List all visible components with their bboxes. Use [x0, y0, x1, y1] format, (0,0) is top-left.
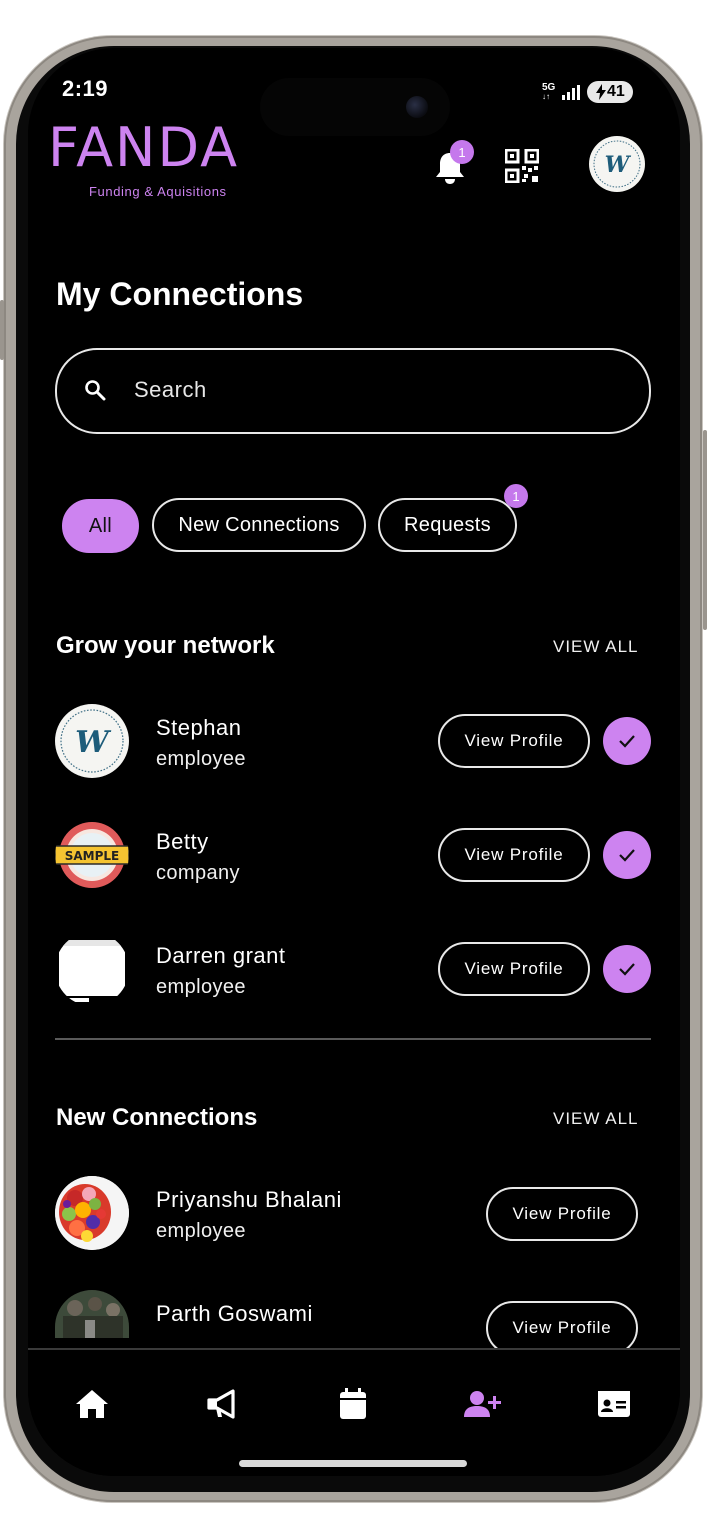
front-camera	[406, 96, 428, 118]
nav-home[interactable]	[62, 1374, 122, 1434]
screen: 2:19 5G ↓↑ 41 FANDA Funding & Aquisition…	[28, 48, 680, 1476]
side-button	[0, 300, 4, 360]
network-label: 5G	[542, 82, 556, 93]
connection-role: employee	[156, 748, 246, 770]
view-profile-button-clip: View Profile	[486, 1301, 638, 1348]
avatar: W	[55, 704, 129, 778]
nav-connections[interactable]	[453, 1374, 513, 1434]
avatar	[55, 1290, 129, 1338]
svg-text:W: W	[605, 152, 632, 178]
nav-events[interactable]	[323, 1374, 383, 1434]
check-icon	[619, 849, 635, 862]
connection-name: Stephan	[156, 715, 242, 740]
notification-badge: 1	[450, 140, 474, 164]
bottom-nav-divider	[28, 1348, 680, 1350]
view-profile-button[interactable]: View Profile	[438, 828, 590, 882]
svg-text:SAMPLE: SAMPLE	[65, 849, 120, 863]
status-time: 2:19	[62, 76, 109, 101]
check-icon	[619, 963, 635, 976]
qr-scan-button[interactable]	[502, 146, 542, 186]
filter-chip-new-connections[interactable]: New Connections	[152, 498, 366, 552]
filter-chip-all[interactable]: All	[62, 499, 139, 553]
view-profile-button[interactable]: View Profile	[486, 1187, 638, 1241]
connection-role: employee	[156, 976, 246, 998]
connection-name: Betty	[156, 829, 209, 854]
connect-button[interactable]	[603, 945, 651, 993]
signal-icon	[562, 85, 581, 100]
view-profile-button[interactable]: View Profile	[486, 1301, 638, 1348]
avatar	[55, 932, 129, 1006]
avatar	[55, 1176, 129, 1250]
connection-role: company	[156, 862, 240, 884]
page-title: My Connections	[56, 276, 304, 312]
add-user-icon	[464, 1391, 501, 1417]
app-logo: FANDA	[48, 116, 240, 179]
app-logo-subtitle: Funding & Aquisitions	[89, 184, 227, 199]
connect-button[interactable]	[603, 717, 651, 765]
home-indicator	[239, 1460, 467, 1467]
group-photo	[55, 1290, 129, 1338]
blank-window-image	[55, 932, 129, 1006]
section-title-grow: Grow your network	[56, 632, 275, 659]
company-seal-logo: W	[591, 138, 643, 190]
battery-indicator: 41	[587, 81, 634, 103]
view-profile-button[interactable]: View Profile	[438, 714, 590, 768]
new-connections-view-all-link[interactable]: VIEW ALL	[553, 1109, 638, 1129]
section-title-new-connections: New Connections	[56, 1104, 258, 1131]
avatar: SAMPLE	[55, 818, 129, 892]
id-card-icon	[598, 1391, 630, 1417]
grow-view-all-link[interactable]: VIEW ALL	[553, 637, 638, 657]
connection-role: employee	[156, 1220, 246, 1242]
megaphone-icon	[207, 1389, 235, 1419]
svg-text:W: W	[75, 725, 112, 760]
requests-badge: 1	[504, 484, 528, 508]
sample-stamp-logo: SAMPLE	[55, 822, 129, 888]
connect-button[interactable]	[603, 831, 651, 879]
side-button	[703, 430, 707, 630]
calendar-icon	[340, 1388, 366, 1419]
company-seal-logo: W	[56, 705, 128, 777]
connection-name: Priyanshu Bhalani	[156, 1187, 342, 1212]
fruit-photo	[55, 1176, 129, 1250]
nav-announcements[interactable]	[193, 1374, 253, 1434]
search-input[interactable]	[134, 374, 554, 406]
connection-name: Darren grant	[156, 943, 286, 968]
status-icons: 5G ↓↑ 41	[542, 80, 634, 104]
home-icon	[76, 1390, 108, 1418]
qr-code-icon	[505, 149, 539, 183]
search-icon	[85, 380, 106, 401]
check-icon	[619, 735, 635, 748]
view-profile-button[interactable]: View Profile	[438, 942, 590, 996]
nav-profile-card[interactable]	[584, 1374, 644, 1434]
connection-name: Parth Goswami	[156, 1301, 313, 1326]
section-divider	[55, 1038, 651, 1040]
charging-icon	[595, 84, 606, 100]
network-indicator: 5G ↓↑	[542, 82, 556, 102]
battery-level: 41	[606, 83, 625, 100]
filter-chip-requests[interactable]: Requests	[378, 498, 517, 552]
profile-avatar-button[interactable]: W	[589, 136, 645, 192]
